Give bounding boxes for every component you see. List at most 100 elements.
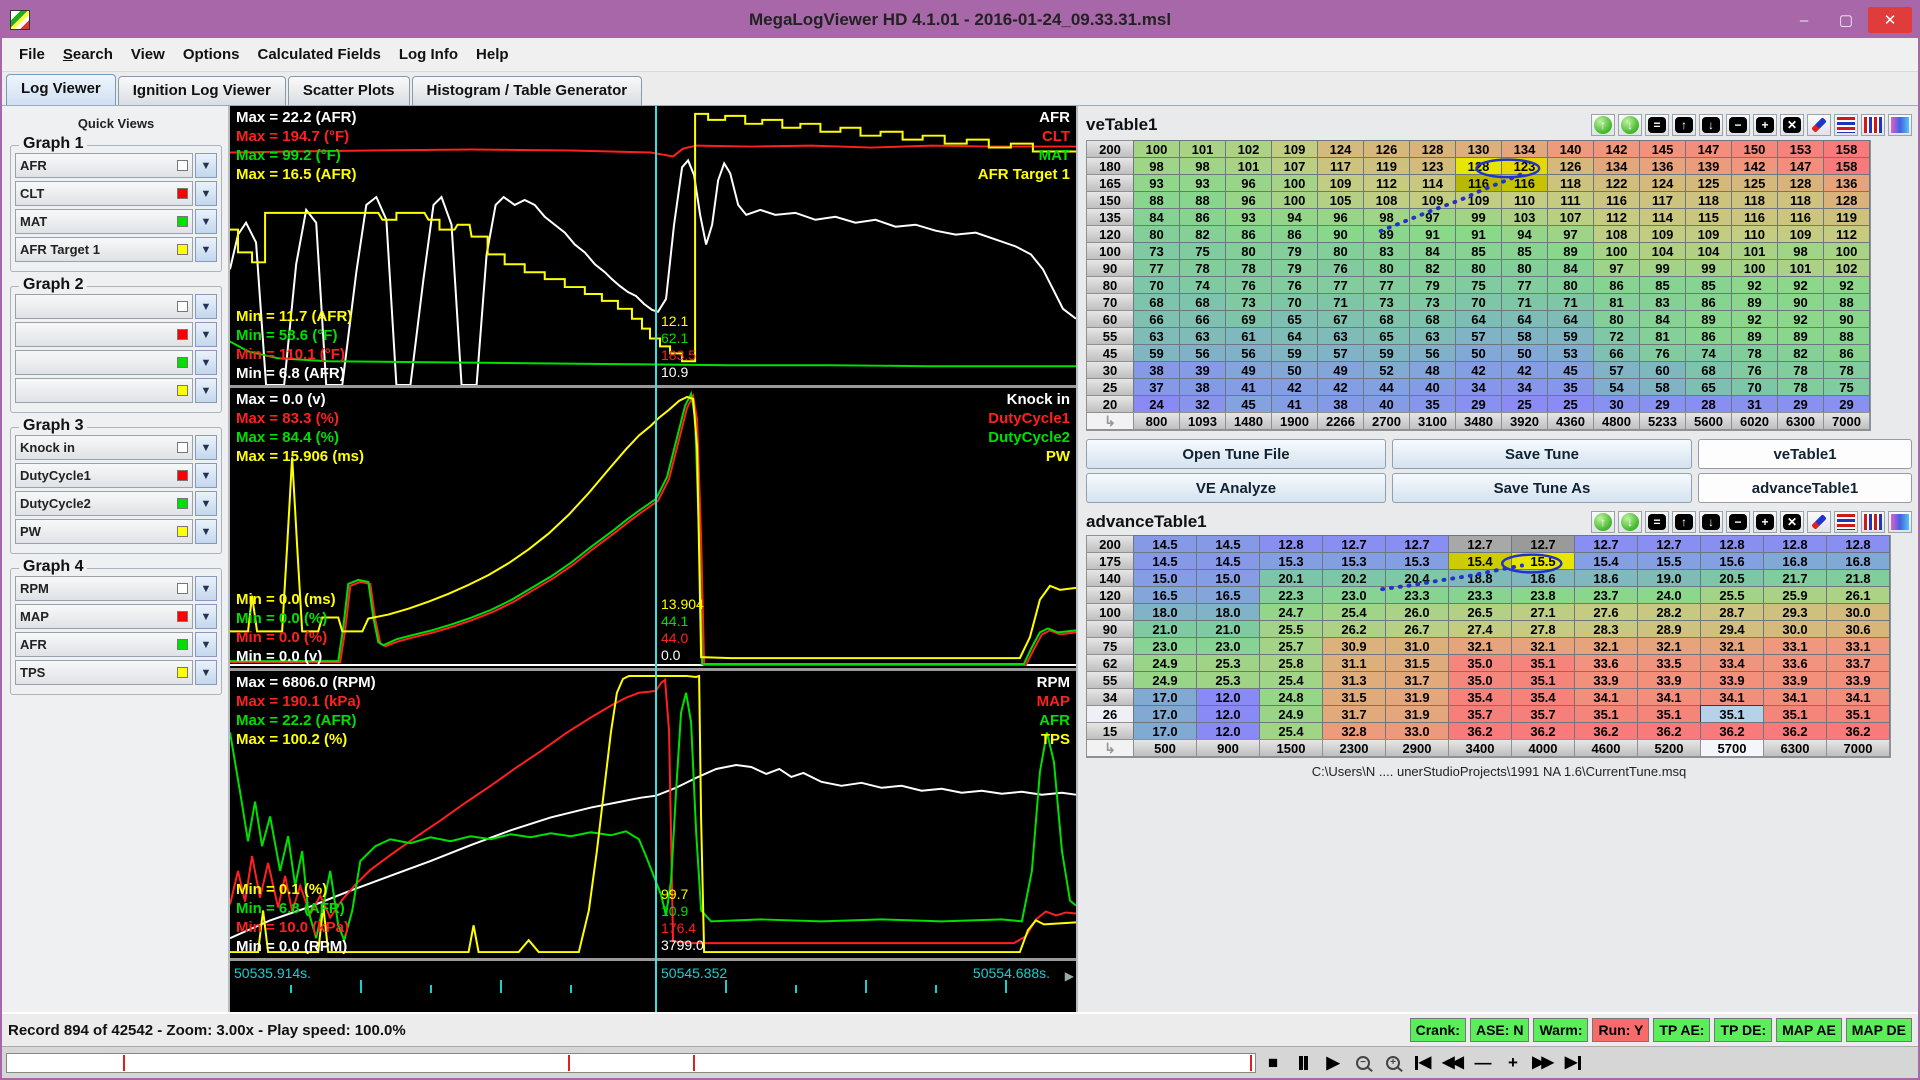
advance-table-col-header[interactable]: 2300 (1322, 739, 1386, 757)
ve-table-cell[interactable]: 130 (1455, 140, 1502, 158)
advance-table-cell[interactable]: 35.1 (1574, 705, 1638, 723)
ve-table-cell[interactable]: 112 (1593, 208, 1640, 226)
ve-table-cell[interactable]: 64 (1501, 310, 1548, 328)
equals-icon[interactable]: = (1645, 511, 1669, 533)
ve-table-cell[interactable]: 123 (1409, 157, 1456, 175)
ve-table-cell[interactable]: 65 (1363, 327, 1410, 345)
advance-table-cell[interactable]: 34.1 (1763, 688, 1827, 706)
advance-table-cell[interactable]: 30.0 (1763, 620, 1827, 638)
ve-table-cell[interactable]: 96 (1225, 191, 1272, 209)
ve-table-cell[interactable]: 116 (1455, 174, 1502, 192)
advance-table-cell[interactable]: 30.9 (1322, 637, 1386, 655)
ve-table-cell[interactable]: 81 (1593, 293, 1640, 311)
advance-table-cell[interactable]: 25.5 (1700, 586, 1764, 604)
advance-table-cell[interactable]: 25.4 (1259, 671, 1323, 689)
advance-table-cell[interactable]: 33.6 (1763, 654, 1827, 672)
ve-table-col-header[interactable]: 1900 (1271, 412, 1318, 430)
advance-table-cell[interactable]: 36.2 (1763, 722, 1827, 740)
advance-table-row-header[interactable]: 120 (1086, 586, 1134, 604)
graph-panel-2[interactable]: Max = 0.0 (v)Max = 83.3 (%)Max = 84.4 (%… (230, 388, 1076, 671)
slower-button[interactable]: — (1468, 1051, 1498, 1075)
ve-table-cell[interactable]: 123 (1501, 157, 1548, 175)
ve-table-cell[interactable]: 71 (1501, 293, 1548, 311)
advance-table-cell[interactable]: 20.5 (1700, 569, 1764, 587)
ve-table-cell[interactable]: 142 (1593, 140, 1640, 158)
advance-table-cell[interactable]: 35.1 (1700, 705, 1764, 723)
chevron-down-icon[interactable]: ▼ (195, 660, 217, 685)
advance-table-row-header[interactable]: 140 (1086, 569, 1134, 587)
ve-table-cell[interactable]: 108 (1363, 191, 1410, 209)
ve-table-cell[interactable]: 89 (1731, 293, 1778, 311)
ve-table-cell[interactable]: 63 (1133, 327, 1180, 345)
ve-table-cell[interactable]: 78 (1777, 378, 1824, 396)
advance-table-cell[interactable]: 34.1 (1637, 688, 1701, 706)
ve-table-cell[interactable]: 76 (1639, 344, 1686, 362)
ve-table-cell[interactable]: 97 (1547, 225, 1594, 243)
advance-table-cell[interactable]: 18.0 (1196, 603, 1260, 621)
ve-table-cell[interactable]: 69 (1225, 310, 1272, 328)
advance-table-cell[interactable]: 12.7 (1448, 535, 1512, 553)
channel-select-tps[interactable]: TPS (15, 660, 193, 685)
ve-table-cell[interactable]: 77 (1317, 276, 1364, 294)
plus-icon[interactable]: + (1753, 511, 1777, 533)
zoom-out-button[interactable]: − (1348, 1051, 1378, 1075)
ve-table-cell[interactable]: 116 (1501, 174, 1548, 192)
green-up-icon[interactable]: ↑ (1591, 511, 1615, 533)
ve-table-cell[interactable]: 117 (1317, 157, 1364, 175)
advance-table-cell[interactable]: 16.8 (1826, 552, 1890, 570)
advance-table-cell[interactable]: 36.2 (1700, 722, 1764, 740)
advance-table-cell[interactable]: 35.1 (1511, 654, 1575, 672)
ve-table-tab[interactable]: veTable1 (1698, 439, 1912, 469)
chevron-down-icon[interactable]: ▼ (195, 519, 217, 544)
ve-table-cell[interactable]: 82 (1179, 225, 1226, 243)
chevron-down-icon[interactable]: ▼ (195, 322, 217, 347)
ve-table-cell[interactable]: 110 (1501, 191, 1548, 209)
ve-table-cell[interactable]: 98 (1363, 208, 1410, 226)
ve-table-cell[interactable]: 42 (1317, 378, 1364, 396)
advance-table-col-header[interactable]: 4600 (1574, 739, 1638, 757)
ve-table-cell[interactable]: 118 (1547, 174, 1594, 192)
ve-table-cell[interactable]: 68 (1409, 310, 1456, 328)
advance-table-cell[interactable]: 33.9 (1826, 671, 1890, 689)
advance-table-cell[interactable]: 27.8 (1511, 620, 1575, 638)
ve-table-cell[interactable]: 61 (1225, 327, 1272, 345)
green-down-icon[interactable]: ↓ (1618, 511, 1642, 533)
ve-table-cell[interactable]: 89 (1363, 225, 1410, 243)
ve-table-cell[interactable]: 86 (1685, 293, 1732, 311)
v-stripes-icon[interactable] (1861, 114, 1885, 136)
ve-table-cell[interactable]: 114 (1639, 208, 1686, 226)
ve-table-cell[interactable]: 78 (1731, 344, 1778, 362)
chevron-down-icon[interactable]: ▼ (195, 237, 217, 262)
ve-table-row-header[interactable]: 45 (1086, 344, 1134, 362)
ve-table-cell[interactable]: 134 (1593, 157, 1640, 175)
ve-table-cell[interactable]: 109 (1685, 225, 1732, 243)
advance-table-cell[interactable]: 29.4 (1700, 620, 1764, 638)
advance-table-row-header[interactable]: 75 (1086, 637, 1134, 655)
ve-table-cell[interactable]: 50 (1455, 344, 1502, 362)
save-tune-as-button[interactable]: Save Tune As (1392, 473, 1692, 503)
advance-table-col-header[interactable]: 1500 (1259, 739, 1323, 757)
ve-table-cell[interactable]: 86 (1225, 225, 1272, 243)
advance-table-cell[interactable]: 35.7 (1448, 705, 1512, 723)
advance-table-cell[interactable]: 36.2 (1448, 722, 1512, 740)
advance-table-row-header[interactable]: 55 (1086, 671, 1134, 689)
ve-table-cell[interactable]: 100 (1593, 242, 1640, 260)
ve-table-cell[interactable]: 38 (1317, 395, 1364, 413)
ve-table-cell[interactable]: 70 (1731, 378, 1778, 396)
advance-table-cell[interactable]: 36.2 (1637, 722, 1701, 740)
ve-table-cell[interactable]: 109 (1455, 191, 1502, 209)
advance-table-cell[interactable]: 21.0 (1196, 620, 1260, 638)
advance-table-cell[interactable]: 33.1 (1763, 637, 1827, 655)
fast-forward-button[interactable]: ▶▶ (1528, 1051, 1558, 1075)
ve-table-cell[interactable]: 109 (1409, 191, 1456, 209)
ve-table-cell[interactable]: 88 (1823, 327, 1870, 345)
ve-table-cell[interactable]: 77 (1133, 259, 1180, 277)
minus-icon[interactable]: − (1726, 114, 1750, 136)
advance-table-cell[interactable]: 25.3 (1196, 671, 1260, 689)
ve-table-cell[interactable]: 139 (1685, 157, 1732, 175)
ve-table-cell[interactable]: 77 (1501, 276, 1548, 294)
ve-table-row-header[interactable]: 120 (1086, 225, 1134, 243)
ve-table-cell[interactable]: 92 (1777, 276, 1824, 294)
ve-table-cell[interactable]: 45 (1225, 395, 1272, 413)
advance-table-cell[interactable]: 28.3 (1574, 620, 1638, 638)
